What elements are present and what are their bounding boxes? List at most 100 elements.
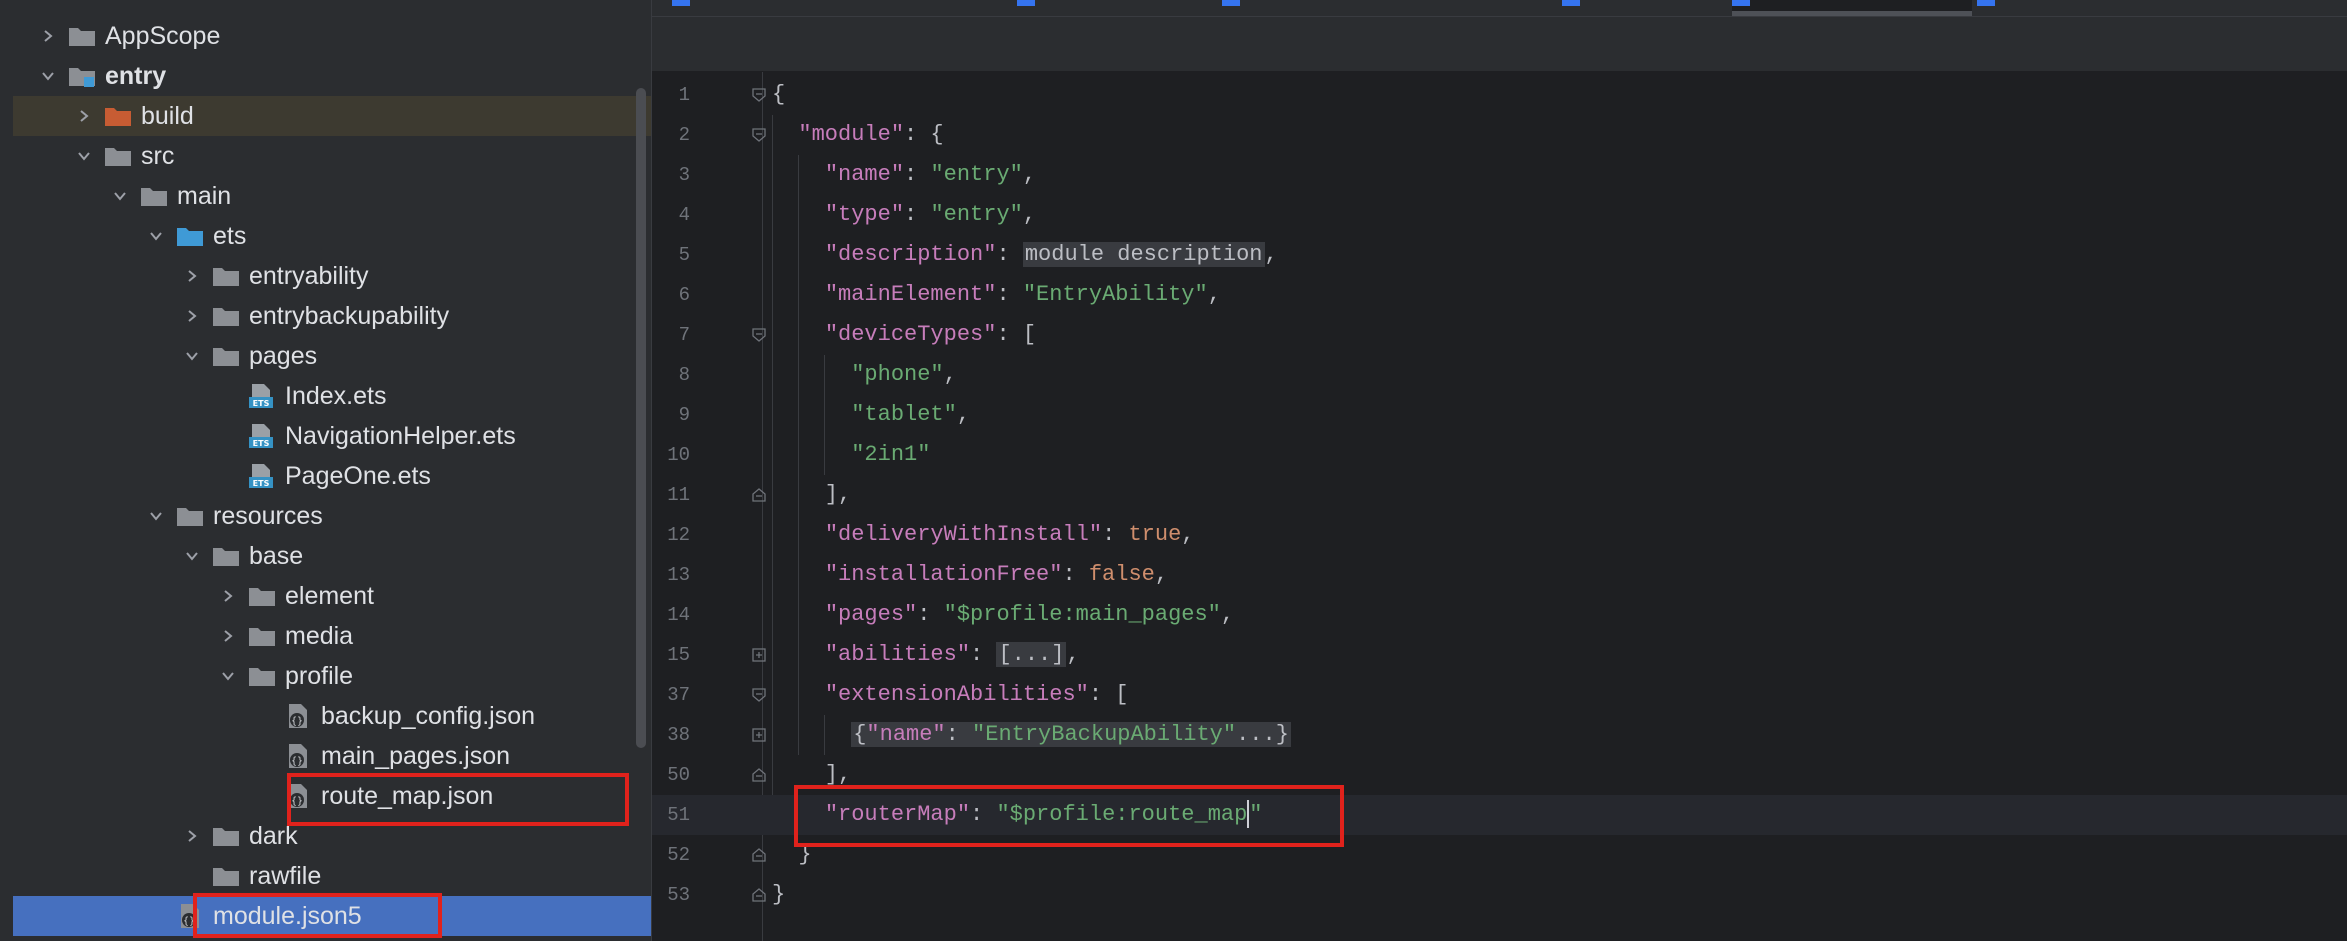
- chevron-right-icon[interactable]: [181, 296, 203, 336]
- code-text: "description": module description,: [824, 242, 1278, 267]
- code-line[interactable]: 38 {"name": "EntryBackupAbility"...}: [652, 715, 2347, 755]
- tree-item[interactable]: ETS Index.ets: [13, 376, 651, 416]
- code-line[interactable]: 1{: [652, 75, 2347, 115]
- chevron-down-icon[interactable]: [217, 656, 239, 696]
- code-line[interactable]: 53}: [652, 875, 2347, 915]
- chevron-down-icon[interactable]: [181, 536, 203, 576]
- fold-marker-icon[interactable]: [752, 88, 766, 102]
- code-text: ],: [772, 482, 852, 507]
- fold-expand-icon[interactable]: [752, 648, 766, 662]
- chevron-down-icon[interactable]: [145, 216, 167, 256]
- tree-item[interactable]: profile: [13, 656, 651, 696]
- tree-item-label: pages: [249, 341, 318, 370]
- code-line[interactable]: 12 "deliveryWithInstall": true,: [652, 515, 2347, 555]
- svg-text:ETS: ETS: [253, 439, 270, 448]
- fold-marker-icon[interactable]: [752, 488, 766, 502]
- fold-marker-icon[interactable]: [752, 128, 766, 142]
- code-line[interactable]: 15 "abilities": [...],: [652, 635, 2347, 675]
- tree-item[interactable]: media: [13, 616, 651, 656]
- code-line[interactable]: 5 "description": module description,: [652, 235, 2347, 275]
- code-line[interactable]: 3 "name": "entry",: [652, 155, 2347, 195]
- folder-icon: [247, 583, 277, 609]
- fold-marker-icon[interactable]: [752, 848, 766, 862]
- editor-tab[interactable]: [1732, 0, 1972, 16]
- editor-tab[interactable]: [1222, 0, 1542, 16]
- chevron-down-icon[interactable]: [109, 176, 131, 216]
- chevron-down-icon[interactable]: [73, 136, 95, 176]
- chevron-right-icon[interactable]: [217, 616, 239, 656]
- json-file-icon: {}: [283, 703, 313, 729]
- code-line[interactable]: 37 "extensionAbilities": [: [652, 675, 2347, 715]
- folder-icon: [67, 23, 97, 49]
- line-number: 52: [667, 844, 690, 866]
- code-line[interactable]: 11 ],: [652, 475, 2347, 515]
- chevron-right-icon[interactable]: [181, 816, 203, 856]
- file-icon: [1017, 0, 1035, 6]
- tree-item-label: resources: [213, 501, 323, 530]
- editor-tab-bar: [652, 0, 2347, 17]
- editor-tab[interactable]: [1977, 0, 2317, 16]
- tree-item-label: entry: [105, 61, 167, 90]
- tree-item[interactable]: {} main_pages.json: [13, 736, 651, 776]
- tree-item[interactable]: entrybackupability: [13, 296, 651, 336]
- chevron-down-icon[interactable]: [181, 336, 203, 376]
- tree-item-label: backup_config.json: [321, 701, 536, 730]
- file-icon: [672, 0, 690, 6]
- tree-item[interactable]: ets: [13, 216, 651, 256]
- fold-marker-icon[interactable]: [752, 688, 766, 702]
- chevron-right-icon[interactable]: [73, 96, 95, 136]
- tree-item[interactable]: AppScope: [13, 16, 651, 56]
- folder-icon: [211, 343, 241, 369]
- tree-item[interactable]: src: [13, 136, 651, 176]
- fold-marker-icon[interactable]: [752, 768, 766, 782]
- code-line[interactable]: 2 "module": {: [652, 115, 2347, 155]
- chevron-right-icon[interactable]: [217, 576, 239, 616]
- fold-expand-icon[interactable]: [752, 728, 766, 742]
- chevron-down-icon[interactable]: [145, 496, 167, 536]
- line-number: 13: [667, 564, 690, 586]
- code-line[interactable]: 9 "tablet",: [652, 395, 2347, 435]
- fold-marker-icon[interactable]: [752, 328, 766, 342]
- code-text: "installationFree": false,: [824, 562, 1169, 587]
- editor-tab[interactable]: [672, 0, 972, 16]
- code-line[interactable]: 14 "pages": "$profile:main_pages",: [652, 595, 2347, 635]
- tree-item[interactable]: {} backup_config.json: [13, 696, 651, 736]
- code-line[interactable]: 6 "mainElement": "EntryAbility",: [652, 275, 2347, 315]
- tree-item[interactable]: pages: [13, 336, 651, 376]
- tree-item[interactable]: main: [13, 176, 651, 216]
- tree-item[interactable]: base: [13, 536, 651, 576]
- tree-item[interactable]: rawfile: [13, 856, 651, 896]
- tree-item[interactable]: ETS NavigationHelper.ets: [13, 416, 651, 456]
- editor-tab[interactable]: [1562, 0, 1712, 16]
- code-line[interactable]: 7 "deviceTypes": [: [652, 315, 2347, 355]
- fold-marker-icon[interactable]: [752, 888, 766, 902]
- chevron-right-icon[interactable]: [181, 256, 203, 296]
- line-number: 10: [667, 444, 690, 466]
- tool-window-strip[interactable]: [0, 0, 14, 941]
- line-number: 14: [667, 604, 690, 626]
- line-number: 9: [678, 404, 690, 426]
- tree-item[interactable]: ETS PageOne.ets: [13, 456, 651, 496]
- ets-file-icon: ETS: [247, 463, 277, 489]
- tree-item[interactable]: build: [13, 96, 651, 136]
- tree-item[interactable]: entry: [13, 56, 651, 96]
- annotation-module-json5-file: [193, 893, 442, 938]
- chevron-down-icon[interactable]: [37, 56, 59, 96]
- tree-item-label: entryability: [249, 261, 369, 290]
- code-line[interactable]: 4 "type": "entry",: [652, 195, 2347, 235]
- code-line[interactable]: 13 "installationFree": false,: [652, 555, 2347, 595]
- tree-item[interactable]: entryability: [13, 256, 651, 296]
- line-number: 38: [667, 724, 690, 746]
- tree-item[interactable]: element: [13, 576, 651, 616]
- editor-tab[interactable]: [1017, 0, 1197, 16]
- chevron-right-icon[interactable]: [37, 16, 59, 56]
- folder-icon: [211, 863, 241, 889]
- tree-item-label: Index.ets: [285, 381, 387, 410]
- tree-item-label: media: [285, 621, 354, 650]
- code-line[interactable]: 10 "2in1": [652, 435, 2347, 475]
- folder-icon: [211, 303, 241, 329]
- code-text: "mainElement": "EntryAbility",: [824, 282, 1221, 307]
- code-line[interactable]: 8 "phone",: [652, 355, 2347, 395]
- project-tree-scrollbar[interactable]: [636, 88, 646, 748]
- tree-item[interactable]: resources: [13, 496, 651, 536]
